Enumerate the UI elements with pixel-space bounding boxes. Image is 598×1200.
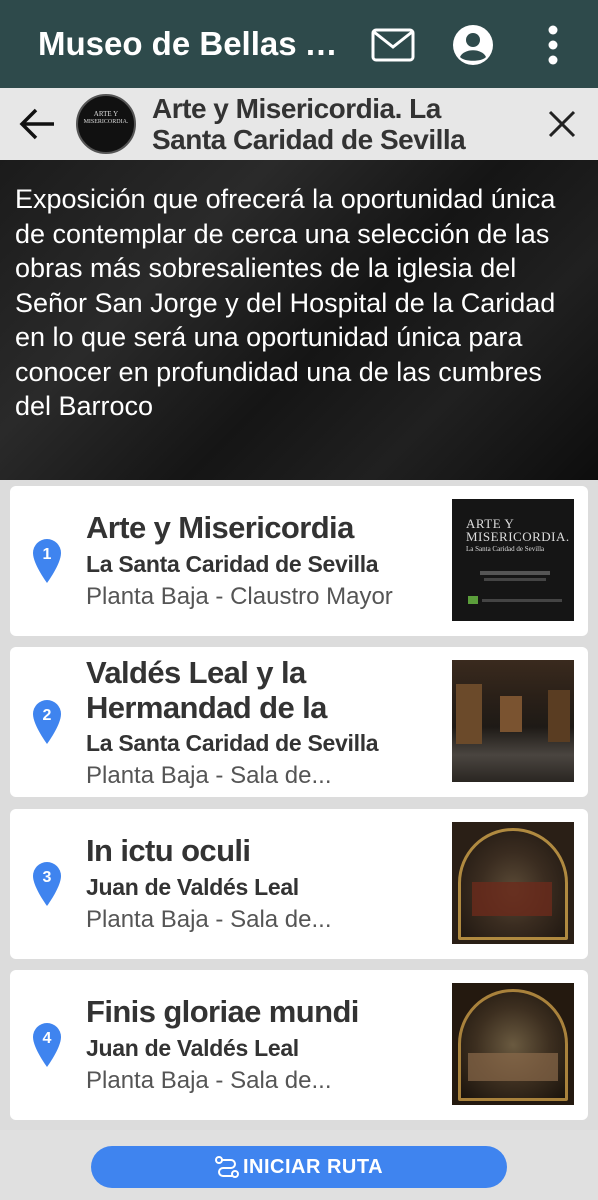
app-title: Museo de Bellas Artes de Sevilla: [38, 25, 338, 62]
stop-card-1[interactable]: 1 Arte y Misericordia La Santa Caridad d…: [10, 486, 588, 636]
stop-image: [452, 660, 574, 782]
start-route-label: INICIAR RUTA: [242, 1155, 384, 1178]
stop-title: Finis gloriae mundi: [86, 994, 359, 1029]
route-icon: [214, 1156, 239, 1178]
map-pin-icon: 2: [32, 699, 62, 745]
route-description: Exposición que ofrecerá la oportunidad ú…: [15, 184, 556, 421]
stop-location: Planta Baja - Sala de...: [86, 762, 332, 789]
description-panel: Exposición que ofrecerá la oportunidad ú…: [0, 160, 598, 480]
stop-title: In ictu oculi: [86, 833, 251, 868]
map-pin-icon: 3: [32, 861, 62, 907]
svg-text:2: 2: [43, 707, 52, 724]
map-pin-icon: 4: [32, 1022, 62, 1068]
stop-card-3[interactable]: 3 In ictu oculi Juan de Valdés Leal Plan…: [10, 809, 588, 959]
stop-location: Planta Baja - Sala de...: [86, 906, 332, 933]
stop-location: Planta Baja - Claustro Mayor: [86, 583, 393, 610]
back-arrow-icon[interactable]: [16, 102, 60, 146]
stop-card-2[interactable]: 2 Valdés Leal y la Hermandad de la Carid…: [10, 647, 588, 797]
map-pin-icon: 1: [32, 538, 62, 584]
stop-title: Valdés Leal y la Hermandad de la Caridad: [86, 655, 327, 727]
stop-subtitle: Juan de Valdés Leal: [86, 874, 299, 900]
stop-title: Arte y Misericordia: [86, 510, 354, 545]
mail-icon[interactable]: [370, 22, 416, 68]
close-icon[interactable]: [542, 104, 582, 144]
stop-image: ARTE Y MISERICORDIA. La Santa Caridad de…: [452, 499, 574, 621]
stop-image: [452, 983, 574, 1105]
svg-text:4: 4: [43, 1030, 52, 1047]
app-bar: Museo de Bellas Artes de Sevilla: [0, 0, 598, 88]
svg-text:1: 1: [43, 546, 52, 563]
route-title: Arte y Misericordia. La Santa Caridad de…: [152, 93, 466, 155]
stop-location: Planta Baja - Sala de...: [86, 1067, 332, 1094]
start-route-button[interactable]: INICIAR RUTA: [91, 1146, 507, 1188]
route-header: ARTE Y MISERICORDIA. Arte y Misericordia…: [0, 88, 598, 160]
more-vert-icon[interactable]: [530, 22, 576, 68]
stop-image: [452, 822, 574, 944]
stop-subtitle: La Santa Caridad de Sevilla: [86, 730, 379, 756]
svg-text:3: 3: [43, 869, 52, 886]
stop-subtitle: La Santa Caridad de Sevilla: [86, 551, 379, 577]
stop-card-4[interactable]: 4 Finis gloriae mundi Juan de Valdés Lea…: [10, 970, 588, 1120]
account-icon[interactable]: [450, 22, 496, 68]
exhibition-logo: ARTE Y MISERICORDIA.: [76, 94, 136, 154]
stop-subtitle: Juan de Valdés Leal: [86, 1035, 299, 1061]
